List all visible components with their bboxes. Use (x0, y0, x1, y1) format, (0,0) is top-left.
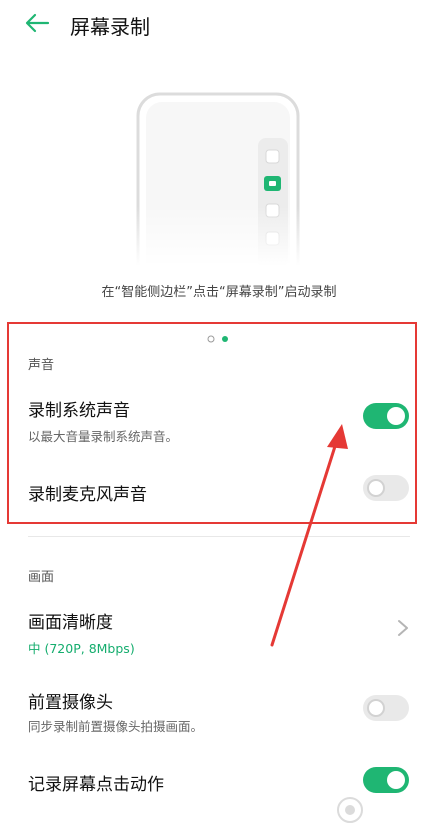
watermark-logo (337, 797, 363, 823)
highlight-box (7, 322, 417, 524)
front-camera-desc: 同步录制前置摄像头拍摄画面。 (28, 719, 204, 734)
header: 屏幕录制 (0, 0, 438, 50)
record-taps-label[interactable]: 记录屏幕点击动作 (28, 770, 164, 795)
divider (28, 536, 410, 537)
resolution-value: 中 (720P, 8Mbps) (28, 641, 135, 656)
front-camera-toggle[interactable] (363, 695, 409, 721)
front-camera-label[interactable]: 前置摄像头 (28, 688, 113, 713)
toggle-knob (367, 699, 385, 717)
section-label-picture: 画面 (28, 570, 55, 585)
toggle-knob (387, 771, 405, 789)
back-arrow-icon[interactable] (24, 12, 50, 34)
chevron-right-icon[interactable] (396, 618, 410, 638)
phone-illustration (130, 92, 310, 266)
illustration-caption: 在“智能侧边栏”点击“屏幕录制”启动录制 (101, 285, 337, 300)
resolution-label[interactable]: 画面清晰度 (28, 608, 113, 633)
page-title: 屏幕录制 (70, 15, 150, 39)
